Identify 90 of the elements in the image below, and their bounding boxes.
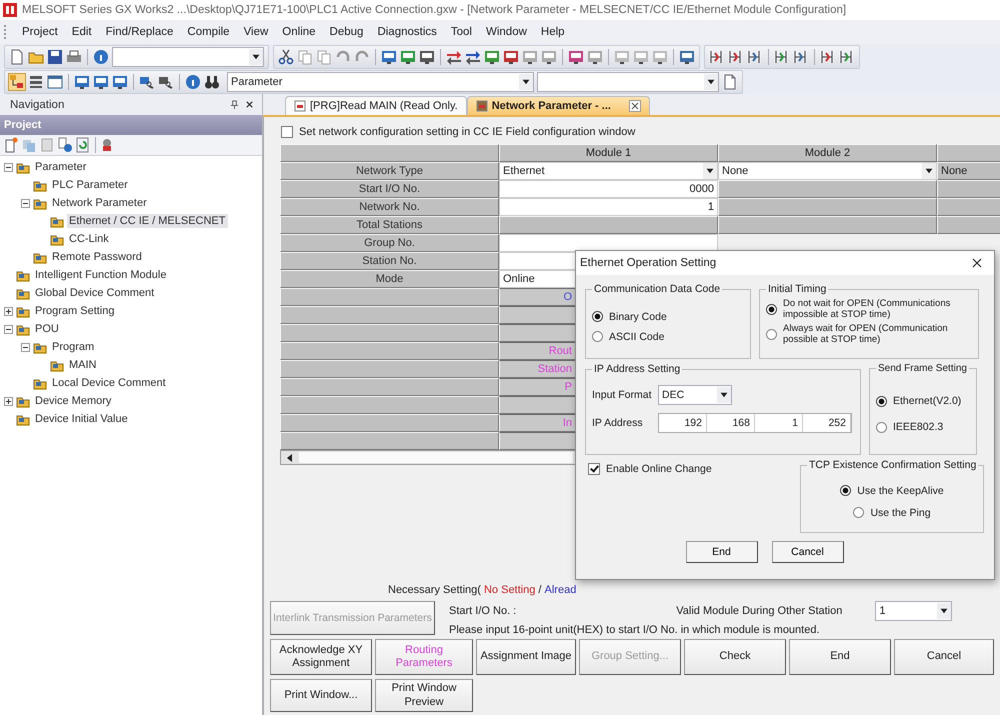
field-label: IP Address bbox=[592, 417, 644, 429]
menu-item[interactable]: Diagnostics bbox=[370, 26, 444, 38]
ip-octet-field[interactable]: 168 bbox=[707, 414, 755, 432]
action-button[interactable]: Assignment Image bbox=[476, 639, 576, 675]
panel-title: Navigation bbox=[10, 98, 66, 110]
action-button[interactable]: End bbox=[789, 639, 891, 675]
menu-item[interactable]: View bbox=[236, 26, 276, 38]
dialog-button[interactable]: End bbox=[686, 541, 758, 563]
tree-item[interactable]: Ethernet / CC IE / MELSECNET bbox=[67, 214, 228, 228]
radio-option[interactable]: Do not wait for OPEN (Communications impossible at STOP time) bbox=[766, 299, 975, 321]
field-label: Input Format bbox=[592, 389, 653, 401]
row-header: Mode bbox=[280, 270, 499, 288]
document-tab[interactable]: [PRG]Read MAIN (Read Only. bbox=[285, 96, 467, 115]
hint-text: Please input 16-point unit(HEX) to start I/O No. in which module is mounted. bbox=[449, 624, 821, 636]
group-title: Communication Data Code bbox=[593, 283, 722, 295]
tree-item[interactable]: POU bbox=[33, 322, 61, 336]
group-title: Send Frame Setting bbox=[877, 363, 968, 374]
legend-text: Necessary Setting( No Setting / Alread bbox=[387, 583, 578, 598]
menu-item[interactable]: Help bbox=[534, 26, 572, 38]
cell-value: Station bbox=[538, 363, 572, 375]
dropdown-cell[interactable]: Ethernet bbox=[499, 162, 718, 180]
tree-item[interactable]: Remote Password bbox=[50, 250, 144, 264]
group-title: Initial Timing bbox=[767, 283, 828, 295]
input-cell[interactable]: 0000 bbox=[499, 180, 718, 198]
menu-item[interactable]: Project bbox=[15, 26, 65, 38]
search-target-dropdown[interactable]: Parameter bbox=[227, 72, 534, 92]
column-header: Module 1 bbox=[499, 144, 718, 162]
menu-item[interactable]: Edit bbox=[64, 26, 99, 38]
menu-item[interactable]: Debug bbox=[322, 26, 370, 38]
menu-item[interactable]: Find/Replace bbox=[98, 26, 180, 38]
menu-item[interactable]: Online bbox=[275, 26, 323, 38]
tree-item[interactable]: Parameter bbox=[33, 160, 88, 174]
dropdown-cell[interactable]: None bbox=[718, 162, 937, 180]
tree-item[interactable]: Device Memory bbox=[33, 394, 114, 408]
cell-value: Ethernet bbox=[503, 165, 545, 177]
row-header: Network No. bbox=[280, 198, 499, 216]
radio-option[interactable]: IEEE802.3 bbox=[876, 421, 944, 433]
checkbox[interactable]: Set network configuration setting in CC IE Field configuration window bbox=[281, 126, 1000, 138]
group-title: IP Address Setting bbox=[593, 363, 682, 375]
tree-item[interactable]: MAIN bbox=[67, 358, 98, 372]
radio-option[interactable]: Always wait for OPEN (Communication possible at STOP time) bbox=[766, 324, 975, 346]
ip-octet-field[interactable]: 252 bbox=[803, 414, 851, 432]
tree-item[interactable]: CC-Link bbox=[67, 232, 111, 246]
row-header: Start I/O No. bbox=[280, 180, 499, 198]
tree-item[interactable]: Local Device Comment bbox=[50, 376, 168, 390]
radio-option[interactable]: Use the KeepAlive bbox=[840, 484, 944, 496]
field-label: Start I/O No. : bbox=[449, 605, 516, 617]
ip-octet-field[interactable]: 1 bbox=[755, 414, 803, 432]
field-label: Valid Module During Other Station bbox=[676, 605, 842, 617]
cell-value: In bbox=[562, 417, 572, 429]
row-header: Group No. bbox=[280, 234, 499, 252]
tree-item[interactable]: Global Device Comment bbox=[33, 286, 156, 300]
radio-option[interactable]: ASCII Code bbox=[592, 330, 664, 342]
cell-value: Rout bbox=[548, 345, 572, 357]
tree-item[interactable]: Program Setting bbox=[33, 304, 116, 318]
tree-item[interactable]: Device Initial Value bbox=[33, 412, 130, 426]
group-title: TCP Existence Confirmation Setting bbox=[808, 459, 978, 471]
document-tab[interactable]: Network Parameter - ... bbox=[466, 96, 650, 115]
tree-item[interactable]: Intelligent Function Module bbox=[33, 268, 168, 282]
column-header: Module 2 bbox=[718, 144, 937, 162]
dialog-button[interactable]: Cancel bbox=[772, 541, 844, 563]
action-button[interactable]: Print Window Preview bbox=[375, 679, 473, 712]
ip-octet-field[interactable]: 192 bbox=[659, 414, 707, 432]
action-button[interactable]: Cancel bbox=[894, 639, 994, 675]
menu-item[interactable]: Compile bbox=[180, 26, 237, 38]
dialog-title: Ethernet Operation Setting bbox=[580, 257, 716, 269]
action-button[interactable]: Print Window... bbox=[270, 679, 372, 712]
window-title: MELSOFT Series GX Works2 ...\Desktop\QJ71E71-100\PLC1 Active Connection.gxw - [Network Parameter - MELSECNET/CC IE/Ethernet Module Configuration] bbox=[22, 4, 846, 16]
radio-option[interactable]: Use the Ping bbox=[853, 506, 931, 518]
tree-item[interactable]: Network Parameter bbox=[50, 196, 149, 210]
table-cell: None bbox=[937, 162, 1000, 180]
menu-item[interactable]: Window bbox=[479, 26, 534, 38]
row-header: Network Type bbox=[280, 162, 499, 180]
tree-item[interactable]: PLC Parameter bbox=[50, 178, 130, 192]
checkbox[interactable]: Enable Online Change bbox=[588, 463, 712, 475]
menu-item[interactable]: Tool bbox=[444, 26, 479, 38]
radio-option[interactable]: Ethernet(V2.0) bbox=[876, 395, 962, 407]
section-title: Project bbox=[4, 119, 42, 131]
tree-item[interactable]: Program bbox=[50, 340, 96, 354]
input-cell[interactable]: 1 bbox=[499, 198, 718, 216]
valid-module-dropdown[interactable]: 1 bbox=[875, 601, 952, 621]
row-header: Station No. bbox=[280, 252, 499, 270]
cell-value: P bbox=[564, 381, 572, 393]
radio-option[interactable]: Binary Code bbox=[592, 310, 667, 322]
action-button[interactable]: Acknowledge XY Assignment bbox=[270, 639, 372, 675]
row-header: Total Stations bbox=[280, 216, 499, 234]
cell-value: O bbox=[563, 291, 572, 303]
cell-value: None bbox=[722, 165, 748, 177]
input-format-dropdown[interactable]: DEC bbox=[658, 385, 732, 405]
action-button[interactable]: Check bbox=[684, 639, 786, 675]
